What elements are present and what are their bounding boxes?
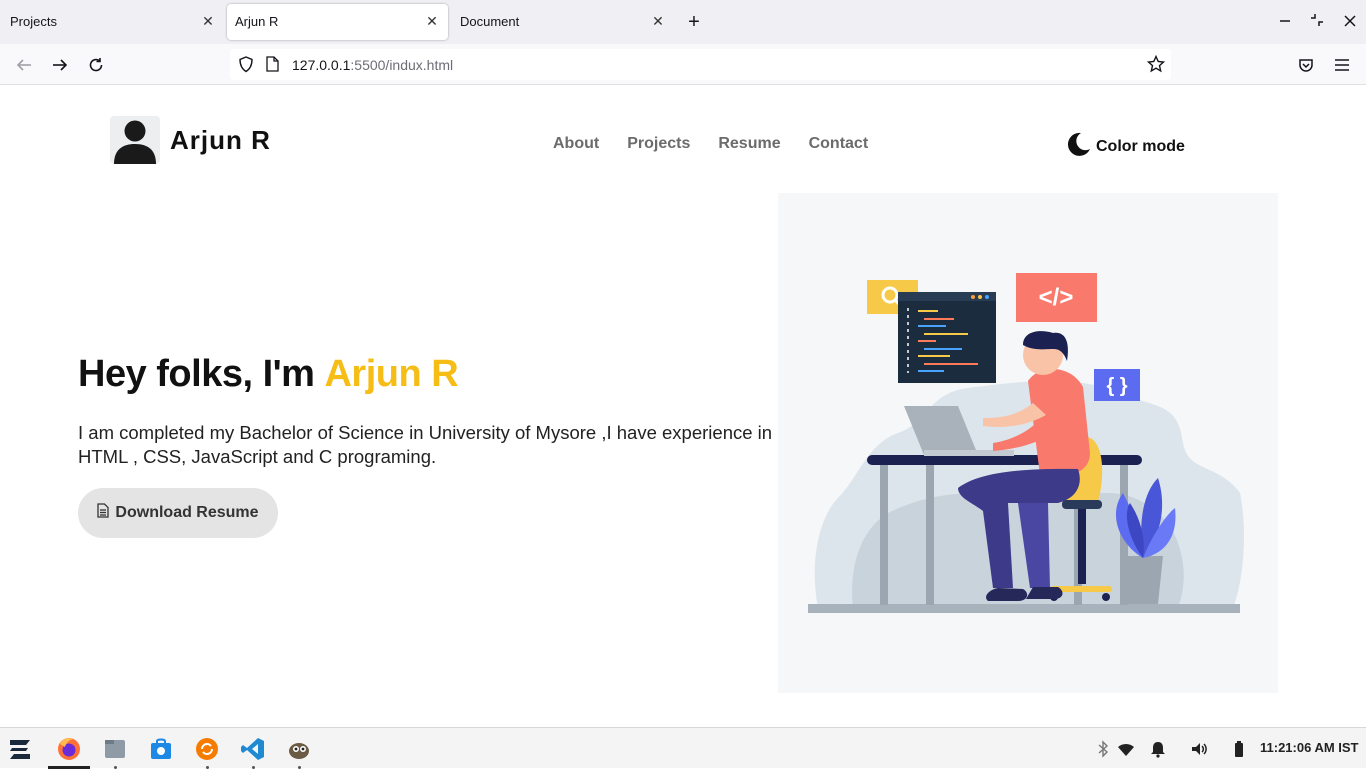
notification-bell-icon[interactable] (1149, 740, 1167, 758)
color-mode-label: Color mode (1096, 137, 1185, 155)
site-logo-name[interactable]: Arjun R (170, 125, 271, 156)
restore-icon[interactable] (1307, 12, 1327, 32)
gimp-icon[interactable] (286, 736, 312, 762)
site-nav: About Projects Resume Contact (553, 135, 868, 153)
url-path: :5500/indux.html (350, 57, 454, 73)
new-tab-icon[interactable]: + (684, 12, 704, 32)
zorin-menu-icon[interactable] (7, 736, 33, 762)
tab-document[interactable]: Document ✕ (452, 4, 674, 40)
tab-label: Arjun R (235, 14, 279, 29)
tab-label: Projects (10, 14, 57, 29)
hero-name: Arjun R (324, 353, 459, 395)
pocket-icon[interactable] (1294, 53, 1318, 77)
tab-projects[interactable]: Projects ✕ (0, 4, 224, 40)
firefox-icon[interactable] (56, 736, 82, 762)
browser-toolbar: 127.0.0.1:5500/indux.html (0, 44, 1366, 85)
minimize-icon[interactable] (1275, 12, 1295, 32)
hero-heading: Hey folks, I'm Arjun R (78, 353, 459, 396)
back-icon[interactable] (12, 53, 36, 77)
forward-icon[interactable] (48, 53, 72, 77)
tab-label: Document (460, 14, 520, 29)
nav-link-resume[interactable]: Resume (718, 135, 780, 153)
code-tag-text: </> (1039, 284, 1074, 311)
vscode-icon[interactable] (240, 736, 266, 762)
update-icon[interactable] (194, 736, 220, 762)
url-host: 127.0.0.1 (292, 57, 351, 73)
menu-icon[interactable] (1330, 53, 1354, 77)
site-header: Arjun R About Projects Resume Contact Co… (0, 85, 1366, 195)
document-icon (97, 503, 110, 523)
wifi-icon[interactable] (1117, 740, 1135, 758)
close-icon[interactable]: ✕ (200, 13, 216, 29)
taskbar: 11:21:06 AM IST (0, 727, 1366, 769)
url-text: 127.0.0.1:5500/indux.html (292, 57, 453, 73)
hero-prefix: Hey folks, I'm (78, 353, 315, 395)
hero-illustration: </> { } (778, 193, 1278, 693)
avatar[interactable] (110, 116, 160, 164)
close-window-icon[interactable] (1340, 12, 1360, 32)
nav-link-about[interactable]: About (553, 135, 599, 153)
download-resume-label: Download Resume (115, 504, 259, 521)
clock[interactable]: 11:21:06 AM IST (1260, 740, 1359, 755)
tab-arjun-r[interactable]: Arjun R ✕ (227, 4, 448, 40)
download-resume-button[interactable]: Download Resume (78, 488, 278, 538)
moon-icon (1064, 130, 1092, 163)
close-icon[interactable]: ✕ (424, 13, 440, 29)
nav-link-contact[interactable]: Contact (809, 135, 869, 153)
bookmark-star-icon[interactable] (1146, 54, 1166, 78)
reload-icon[interactable] (84, 53, 108, 77)
web-page: Arjun R About Projects Resume Contact Co… (0, 85, 1366, 727)
browser-tabstrip: Projects ✕ Arjun R ✕ Document ✕ + (0, 0, 1366, 44)
color-mode-toggle[interactable]: Color mode (1064, 130, 1185, 163)
software-store-icon[interactable] (148, 736, 174, 762)
braces-text: { } (1106, 375, 1127, 397)
bluetooth-icon[interactable] (1094, 740, 1112, 758)
shield-icon[interactable] (238, 56, 254, 78)
hero-description: I am completed my Bachelor of Science in… (78, 422, 773, 467)
nav-link-projects[interactable]: Projects (627, 135, 690, 153)
battery-icon[interactable] (1230, 740, 1248, 758)
page-icon (266, 56, 279, 77)
close-icon[interactable]: ✕ (650, 13, 666, 29)
files-icon[interactable] (102, 736, 128, 762)
volume-icon[interactable] (1190, 740, 1208, 758)
url-bar[interactable]: 127.0.0.1:5500/indux.html (230, 49, 1171, 80)
